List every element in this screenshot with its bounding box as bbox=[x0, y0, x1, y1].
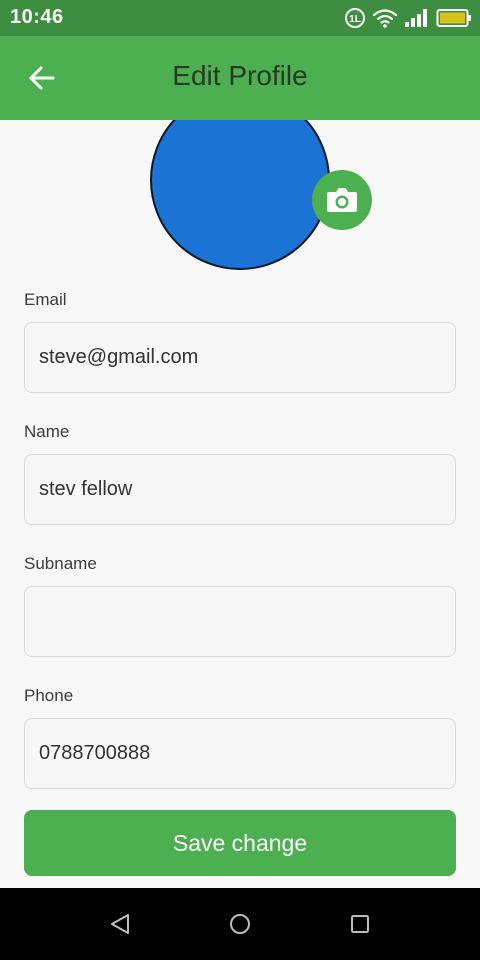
status-icons: 1L bbox=[344, 6, 472, 30]
email-field[interactable] bbox=[24, 322, 456, 393]
phone-field[interactable] bbox=[24, 718, 456, 789]
signal-icon bbox=[405, 9, 427, 27]
nav-back-icon bbox=[111, 914, 129, 934]
app-bar: Edit Profile bbox=[0, 36, 480, 120]
battery-icon bbox=[436, 9, 471, 27]
save-change-button[interactable]: Save change bbox=[24, 810, 456, 876]
email-label: Email bbox=[24, 290, 67, 309]
phone-label: Phone bbox=[24, 686, 74, 705]
volte-label: 1L bbox=[349, 14, 361, 25]
volte-icon: 1L bbox=[345, 8, 365, 28]
navigation-bar bbox=[0, 888, 480, 960]
nav-recents-button[interactable] bbox=[348, 912, 372, 936]
wifi-icon bbox=[372, 9, 398, 28]
name-field[interactable] bbox=[24, 454, 456, 525]
subname-field[interactable] bbox=[24, 586, 456, 657]
nav-home-icon bbox=[230, 914, 250, 934]
nav-back-button[interactable] bbox=[108, 912, 132, 936]
camera-icon bbox=[327, 188, 357, 212]
avatar[interactable] bbox=[150, 120, 330, 270]
status-bar: 10:46 1L bbox=[0, 0, 480, 36]
edit-profile-form: Email Name Subname Phone Save change bbox=[0, 120, 480, 888]
nav-home-button[interactable] bbox=[228, 912, 252, 936]
status-time: 10:46 bbox=[10, 6, 64, 28]
subname-label: Subname bbox=[24, 554, 97, 573]
nav-recents-icon bbox=[351, 915, 369, 933]
change-photo-button[interactable] bbox=[312, 170, 372, 230]
name-label: Name bbox=[24, 422, 70, 441]
page-title: Edit Profile bbox=[172, 60, 308, 91]
